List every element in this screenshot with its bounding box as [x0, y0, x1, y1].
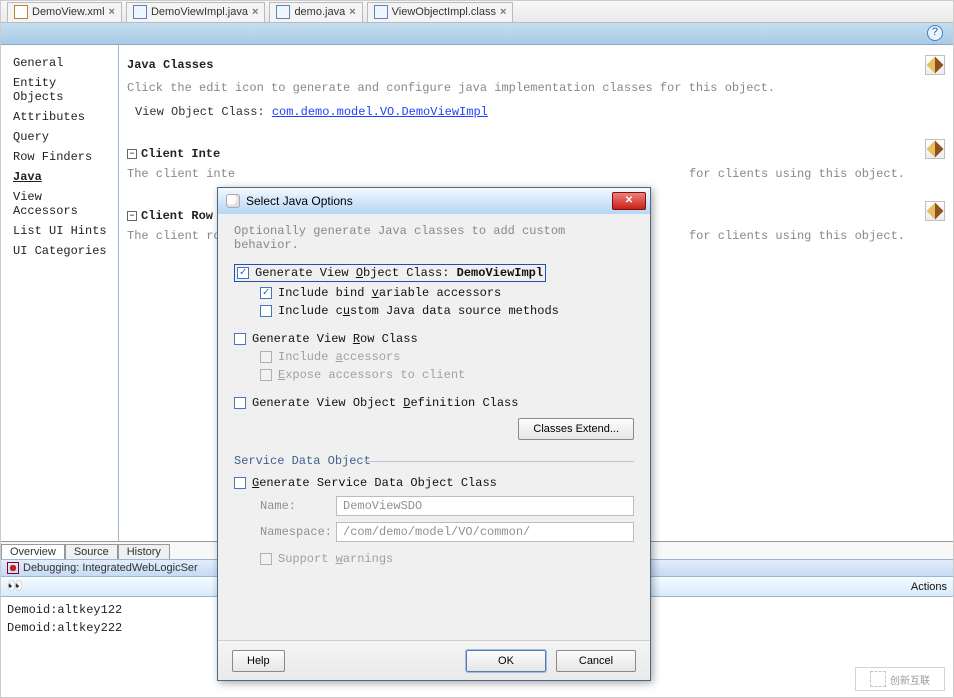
tab-label: DemoViewImpl.java — [151, 6, 248, 18]
sidebar-item-ui-categories[interactable]: UI Categories — [11, 241, 114, 261]
collapse-icon[interactable]: − — [127, 149, 137, 159]
close-icon[interactable]: × — [109, 6, 115, 18]
help-button[interactable]: Help — [232, 650, 285, 672]
checkbox-generate-view-object-class[interactable] — [237, 267, 249, 279]
checkbox-include-bind-variable-accessors[interactable] — [260, 287, 272, 299]
section-title-java-classes: Java Classes — [127, 58, 213, 72]
edit-button[interactable] — [925, 139, 945, 159]
actions-menu[interactable]: Actions — [911, 581, 947, 593]
close-button[interactable]: ✕ — [612, 192, 646, 210]
label-include-accessors: Include accessors — [278, 350, 400, 364]
client-int-desc-left: The client inte — [127, 167, 235, 181]
tab-label: ViewObjectImpl.class — [392, 6, 496, 18]
service-data-object-group: Service Data Object — [234, 454, 634, 468]
ok-button[interactable]: OK — [466, 650, 546, 672]
cancel-button[interactable]: Cancel — [556, 650, 636, 672]
editor-tabstrip: DemoView.xml × DemoViewImpl.java × demo.… — [1, 1, 953, 23]
checkbox-expose-accessors — [260, 369, 272, 381]
tab-overview[interactable]: Overview — [1, 544, 65, 559]
help-icon[interactable]: ? — [927, 25, 943, 41]
label-generate-view-object-definition: Generate View Object Definition Class — [252, 396, 518, 410]
section-client-interface: Client Inte — [141, 147, 220, 161]
editor-header-band: ? — [1, 23, 953, 45]
java-file-icon — [276, 5, 290, 19]
debug-label: Debugging: IntegratedWebLogicSer — [23, 562, 198, 574]
sdo-name-label: Name: — [260, 499, 328, 513]
sdo-name-field: DemoViewSDO — [336, 496, 634, 516]
edit-button[interactable] — [925, 201, 945, 221]
checkbox-generate-view-row-class[interactable] — [234, 333, 246, 345]
label-generate-view-object-class: Generate View Object Class: DemoViewImpl — [255, 266, 543, 280]
tab-demo-java[interactable]: demo.java × — [269, 2, 362, 22]
watermark: 创新互联 — [855, 667, 945, 691]
sidebar-item-entity-objects[interactable]: Entity Objects — [11, 73, 114, 107]
checkbox-generate-view-object-definition[interactable] — [234, 397, 246, 409]
dialog-desc: Optionally generate Java classes to add … — [234, 224, 634, 252]
tab-label: DemoView.xml — [32, 6, 105, 18]
voc-link[interactable]: com.demo.model.VO.DemoViewImpl — [272, 105, 488, 119]
binoculars-icon[interactable]: 👀 — [7, 579, 23, 594]
category-sidebar: General Entity Objects Attributes Query … — [1, 45, 119, 541]
edit-button[interactable] — [925, 55, 945, 75]
checkbox-generate-sdo-class[interactable] — [234, 477, 246, 489]
close-icon[interactable]: × — [500, 6, 506, 18]
close-icon[interactable]: × — [252, 6, 258, 18]
label-generate-sdo-class: Generate Service Data Object Class — [252, 476, 497, 490]
watermark-icon — [870, 671, 886, 687]
checkbox-support-warnings — [260, 553, 272, 565]
sidebar-item-view-accessors[interactable]: View Accessors — [11, 187, 114, 221]
label-support-warnings: Support warnings — [278, 552, 393, 566]
tab-history[interactable]: History — [118, 544, 170, 559]
tab-demoviewimpl-java[interactable]: DemoViewImpl.java × — [126, 2, 265, 22]
section-client-row: Client Row — [141, 209, 213, 223]
label-include-custom-data-source: Include custom Java data source methods — [278, 304, 559, 318]
sidebar-item-list-ui-hints[interactable]: List UI Hints — [11, 221, 114, 241]
debug-icon — [7, 562, 19, 574]
select-java-options-dialog: Select Java Options ✕ Optionally generat… — [217, 187, 651, 681]
classes-extend-button[interactable]: Classes Extend... — [518, 418, 634, 440]
sidebar-item-query[interactable]: Query — [11, 127, 114, 147]
tab-source[interactable]: Source — [65, 544, 118, 559]
voc-label: View Object Class: — [135, 105, 272, 119]
client-row-desc-right: for clients using this object. — [689, 229, 905, 243]
tab-label: demo.java — [294, 6, 345, 18]
dialog-icon — [226, 194, 240, 208]
sdo-namespace-label: Namespace: — [260, 525, 328, 539]
pencil-icon — [927, 203, 944, 220]
collapse-icon[interactable]: − — [127, 211, 137, 221]
sidebar-item-general[interactable]: General — [11, 53, 114, 73]
client-row-desc-left: The client row — [127, 229, 228, 243]
class-file-icon — [374, 5, 388, 19]
sidebar-item-row-finders[interactable]: Row Finders — [11, 147, 114, 167]
client-int-desc-right: for clients using this object. — [689, 167, 905, 181]
xml-file-icon — [14, 5, 28, 19]
java-file-icon — [133, 5, 147, 19]
close-icon[interactable]: × — [349, 6, 355, 18]
label-generate-view-row-class: Generate View Row Class — [252, 332, 418, 346]
dialog-titlebar[interactable]: Select Java Options ✕ — [218, 188, 650, 214]
pencil-icon — [927, 57, 944, 74]
checkbox-include-accessors — [260, 351, 272, 363]
label-expose-accessors: Expose accessors to client — [278, 368, 465, 382]
sidebar-item-java[interactable]: Java — [11, 167, 114, 187]
sdo-namespace-field: /com/demo/model/VO/common/ — [336, 522, 634, 542]
tab-viewobjectimpl-class[interactable]: ViewObjectImpl.class × — [367, 2, 514, 22]
pencil-icon — [927, 141, 944, 158]
tab-demoview-xml[interactable]: DemoView.xml × — [7, 2, 122, 22]
dialog-title: Select Java Options — [246, 194, 612, 208]
checkbox-include-custom-data-source[interactable] — [260, 305, 272, 317]
java-classes-desc: Click the edit icon to generate and conf… — [127, 81, 945, 95]
sidebar-item-attributes[interactable]: Attributes — [11, 107, 114, 127]
label-include-bind-variable-accessors: Include bind variable accessors — [278, 286, 501, 300]
